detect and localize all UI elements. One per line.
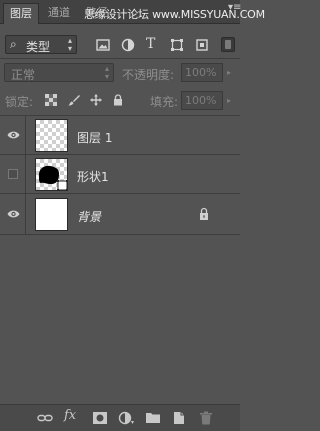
- layer-name[interactable]: 形状1: [77, 168, 109, 185]
- lock-all-icon[interactable]: [112, 94, 124, 106]
- filter-row: ⌕ 类型 ▴ ▾ T: [0, 30, 240, 56]
- filter-kind-select[interactable]: ⌕ 类型 ▴ ▾: [5, 35, 77, 54]
- chevron-updown-icon: ▴ ▾: [104, 64, 109, 81]
- fill-value: 100%: [185, 94, 217, 107]
- lock-position-icon[interactable]: [90, 94, 102, 106]
- layer-row[interactable]: 形状1: [0, 155, 240, 194]
- visibility-toggle[interactable]: [0, 155, 26, 193]
- visibility-toggle[interactable]: [0, 194, 26, 234]
- filter-kind-label: 类型: [26, 40, 51, 54]
- adjustment-icon[interactable]: [118, 410, 134, 426]
- layer-thumbnail: [35, 119, 68, 152]
- lock-label: 锁定:: [5, 95, 34, 109]
- opacity-label: 不透明度:: [122, 68, 175, 82]
- layer-row[interactable]: 图层 1: [0, 116, 240, 155]
- hidden-visibility-box: [8, 169, 18, 179]
- image-filter-icon[interactable]: [96, 38, 110, 52]
- layer-thumbnail: [35, 198, 68, 231]
- tab-channels[interactable]: 通道: [42, 3, 76, 24]
- shape-layer-thumbnail: [35, 158, 68, 191]
- layer-name[interactable]: 图层 1: [77, 129, 112, 146]
- blend-mode-label: 正常: [11, 68, 36, 82]
- layer-row[interactable]: 背景: [0, 194, 240, 235]
- eye-icon: [7, 210, 20, 218]
- lock-icon: [200, 207, 208, 220]
- mask-icon[interactable]: [92, 410, 108, 426]
- visibility-toggle[interactable]: [0, 116, 26, 154]
- trash-icon[interactable]: [198, 410, 214, 426]
- shape-thumbnail-icon: [38, 165, 67, 190]
- layers-panel: 图层 通道 路径 思缘设计论坛 www.MISSYUAN.COM ▾≡ ⌕ 类型…: [0, 0, 265, 431]
- panel-menu-icon[interactable]: ▾≡: [228, 2, 241, 13]
- link-icon[interactable]: [37, 410, 53, 426]
- lock-image-pixels-icon[interactable]: [68, 94, 80, 106]
- tab-layers[interactable]: 图层: [3, 3, 39, 24]
- divider: [0, 58, 240, 59]
- opacity-dropdown-icon[interactable]: ▸: [227, 68, 231, 77]
- fx-icon[interactable]: fx: [64, 408, 80, 424]
- chevron-updown-icon: ▴ ▾: [67, 36, 72, 53]
- opacity-value: 100%: [185, 66, 217, 79]
- layer-name[interactable]: 背景: [77, 208, 101, 225]
- lock-transparent-pixels-icon[interactable]: [45, 94, 57, 106]
- search-icon: ⌕: [10, 37, 17, 51]
- new-layer-icon[interactable]: [171, 410, 187, 426]
- bottom-toolbar: fx: [0, 404, 240, 431]
- tab-bar: 图层 通道 路径 思缘设计论坛 www.MISSYUAN.COM ▾≡: [0, 0, 265, 24]
- folder-icon[interactable]: [145, 410, 161, 426]
- blend-mode-select[interactable]: 正常 ▴ ▾: [4, 63, 114, 82]
- eye-icon: [7, 131, 20, 139]
- adjustment-filter-icon[interactable]: [121, 38, 135, 52]
- filter-toggle-switch[interactable]: [221, 37, 235, 52]
- shape-filter-icon[interactable]: [170, 38, 184, 52]
- fill-input[interactable]: 100%: [181, 91, 223, 110]
- smart-object-filter-icon[interactable]: [195, 38, 209, 52]
- fill-dropdown-icon[interactable]: ▸: [227, 96, 231, 105]
- fill-label: 填充:: [150, 95, 179, 109]
- type-filter-icon[interactable]: T: [146, 36, 155, 52]
- opacity-input[interactable]: 100%: [181, 63, 223, 82]
